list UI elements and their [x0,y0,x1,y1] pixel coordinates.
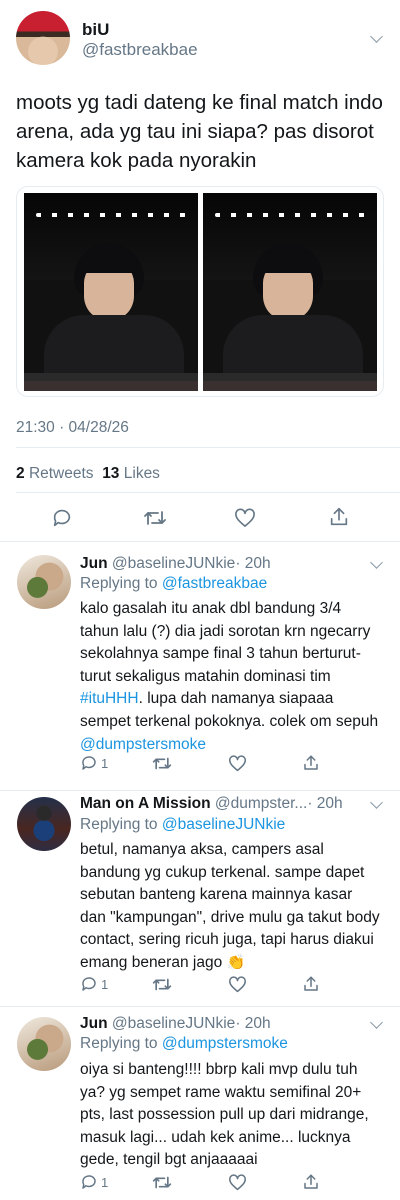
reply-tweet[interactable]: Jun @baselineJUNkie· 20h Replying to @fa… [0,542,400,790]
replying-mention[interactable]: @fastbreakbae [162,575,267,592]
tweet-stats: 2 Retweets 13 Likes [16,465,160,483]
author-name[interactable]: biU [82,20,109,40]
reply-tweet[interactable]: Man on A Mission @dumpster...· 20h Reply… [0,791,400,1006]
divider [16,447,400,448]
replying-mention[interactable]: @dumpstersmoke [162,1035,288,1052]
avatar[interactable] [16,11,70,65]
tweet-media[interactable] [16,186,384,397]
retweets-count[interactable]: 2 [16,465,25,482]
chevron-down-icon[interactable] [370,1016,383,1029]
author-handle[interactable]: @baselineJUNkie [112,555,235,572]
author-name[interactable]: Man on A Mission [80,795,211,812]
retweets-label[interactable]: Retweets [29,465,94,482]
reply-count: 1 [101,1175,109,1190]
reply-text: oiya si banteng!!!! bbrp kali mvp dulu t… [80,1061,369,1169]
reply-tweet[interactable]: Jun @baselineJUNkie· 20h Replying to @du… [0,1007,400,1200]
chevron-down-icon[interactable] [370,796,383,809]
heart-icon[interactable] [228,755,247,772]
hashtag-link[interactable]: #ituHHH [80,690,139,707]
tweet-time: · 20h [235,1015,271,1032]
heart-icon[interactable] [234,508,256,528]
tweet-time: · 20h [307,795,343,812]
tweet-time: · 20h [235,555,271,572]
reply-count: 1 [101,977,109,992]
likes-count[interactable]: 13 [102,465,119,482]
author-name[interactable]: Jun [80,555,108,572]
reply-icon[interactable] [80,1173,98,1191]
replying-to: Replying to @baselineJUNkie [80,816,285,834]
clapping-hands-emoji: 👏 [226,953,246,971]
reply-actions: 1 [80,975,380,995]
chevron-down-icon[interactable] [370,556,383,569]
retweet-icon[interactable] [152,1174,172,1191]
reply-icon[interactable] [80,754,98,772]
retweet-icon[interactable] [152,976,172,993]
replying-label: Replying to [80,816,158,833]
replying-mention[interactable]: @baselineJUNkie [162,816,285,833]
author-handle[interactable]: @baselineJUNkie [112,1015,235,1032]
share-icon[interactable] [328,506,350,528]
chevron-down-icon[interactable] [370,30,383,43]
reply-count: 1 [101,756,109,771]
retweet-icon[interactable] [143,508,167,528]
reply-actions: 1 [80,754,380,774]
main-tweet: biU @fastbreakbae moots yg tadi dateng k… [0,0,400,540]
replying-label: Replying to [80,575,158,592]
text-segment: kalo gasalah itu anak dbl bandung 3/4 ta… [80,600,371,685]
media-photo[interactable] [203,193,377,391]
avatar[interactable] [17,797,71,851]
reply-icon[interactable] [80,975,98,993]
avatar[interactable] [17,1017,71,1071]
replying-label: Replying to [80,1035,158,1052]
heart-icon[interactable] [228,1174,247,1191]
author-handle[interactable]: @dumpster... [215,795,307,812]
tweet-text: moots yg tadi dateng ke final match indo… [16,91,383,172]
heart-icon[interactable] [228,976,247,993]
replying-to: Replying to @dumpstersmoke [80,1035,288,1053]
retweet-icon[interactable] [152,755,172,772]
share-icon[interactable] [302,1173,320,1191]
reply-text: kalo gasalah itu anak dbl bandung 3/4 ta… [80,598,380,756]
share-icon[interactable] [302,975,320,993]
reply-icon[interactable] [51,507,73,529]
author-handle[interactable]: @fastbreakbae [82,40,198,60]
avatar[interactable] [17,555,71,609]
reply-text: betul, namanya aksa, campers asal bandun… [80,839,380,975]
share-icon[interactable] [302,754,320,772]
replying-to: Replying to @fastbreakbae [80,575,267,593]
reply-actions: 1 [80,1173,380,1193]
author-name[interactable]: Jun [80,1015,108,1032]
tweet-actions [0,506,400,530]
tweet-timestamp: 21:30 · 04/28/26 [16,419,129,436]
mention-link[interactable]: @dumpstersmoke [80,736,206,753]
divider [16,492,400,493]
likes-label[interactable]: Likes [124,465,160,482]
media-photo[interactable] [24,193,198,391]
